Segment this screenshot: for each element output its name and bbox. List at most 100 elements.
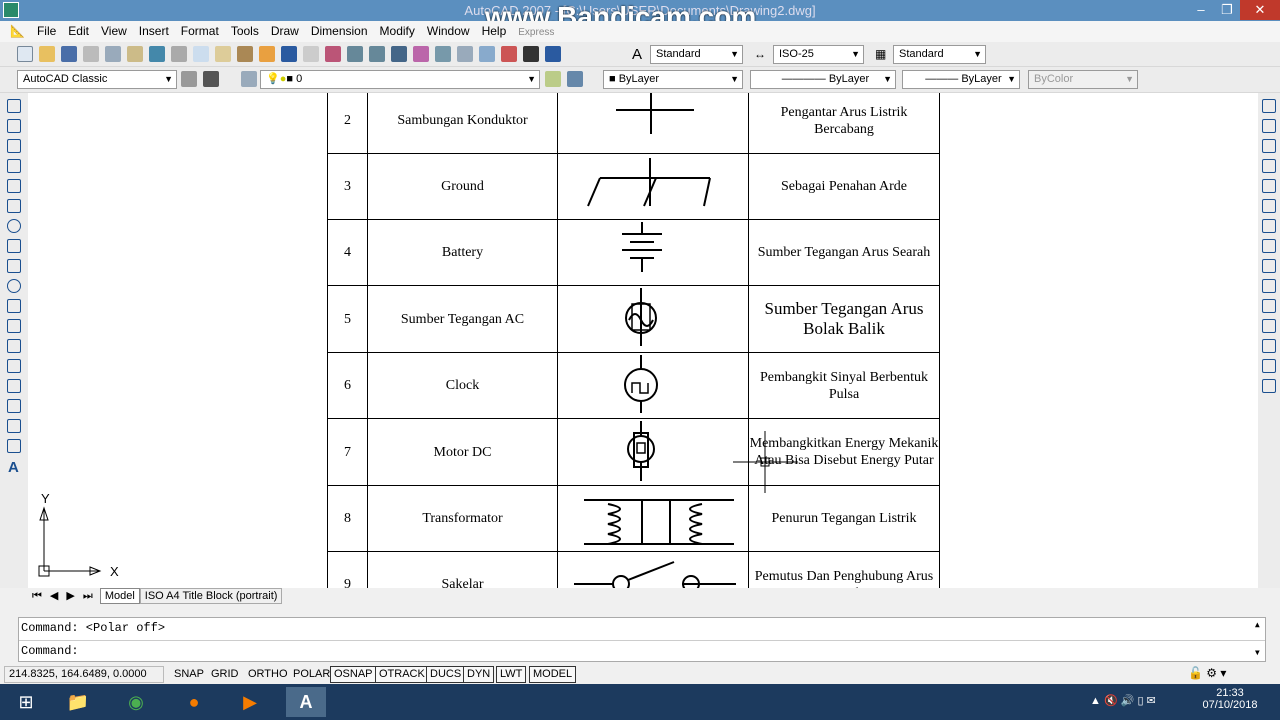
dim-style-select[interactable]: ISO-25 ▼ <box>773 45 864 64</box>
status-toggle-ortho[interactable]: ORTHO <box>244 666 292 683</box>
polyline-icon[interactable] <box>7 139 21 153</box>
layer-select[interactable]: 💡●■ 0 ▼ <box>260 70 540 89</box>
chamfer-icon[interactable] <box>1262 339 1276 353</box>
command-window[interactable]: Command: <Polar off> Command: ▴ ▾ <box>18 617 1266 662</box>
menu-dimension[interactable]: Dimension <box>305 21 374 42</box>
menu-view[interactable]: View <box>95 21 133 42</box>
pan-icon[interactable] <box>325 46 341 62</box>
firefox-icon[interactable]: ● <box>174 687 214 717</box>
rotate-icon[interactable] <box>1262 219 1276 233</box>
properties-icon[interactable] <box>413 46 429 62</box>
menu-modify[interactable]: Modify <box>374 21 421 42</box>
rectangle-icon[interactable] <box>7 179 21 193</box>
scroll-down-icon[interactable]: ▾ <box>1254 645 1261 660</box>
open-icon[interactable] <box>39 46 55 62</box>
polygon-icon[interactable] <box>7 159 21 173</box>
command-prompt[interactable]: Command: <box>21 644 79 658</box>
media-player-icon[interactable]: ▶ <box>230 687 270 717</box>
tab-iso-a4-title-block[interactable]: ISO A4 Title Block (portrait) <box>139 588 283 604</box>
move-icon[interactable] <box>1262 199 1276 213</box>
menu-edit[interactable]: Edit <box>62 21 95 42</box>
menu-window[interactable]: Window <box>421 21 476 42</box>
matchprop-icon[interactable] <box>237 46 253 62</box>
menu-express[interactable]: Express <box>512 22 560 43</box>
tab-last-icon[interactable]: ⏭ <box>79 589 97 603</box>
zoom-realtime-icon[interactable] <box>347 46 363 62</box>
region-icon[interactable] <box>7 419 21 433</box>
status-tray-icons[interactable]: 🔓 ⚙ ▾ <box>1188 666 1226 680</box>
multiline-text-icon[interactable]: A <box>8 459 28 476</box>
circle-icon[interactable] <box>7 219 21 233</box>
help-icon[interactable] <box>545 46 561 62</box>
color-select[interactable]: ■ ByLayer ▼ <box>603 70 743 89</box>
mirror-icon[interactable] <box>1262 139 1276 153</box>
status-toggle-dyn[interactable]: DYN <box>463 666 495 683</box>
menu-file[interactable]: File <box>31 21 62 42</box>
layer-manager-icon[interactable] <box>241 71 257 87</box>
break-icon[interactable] <box>1262 319 1276 333</box>
sheet-set-icon[interactable] <box>479 46 495 62</box>
workspace-select[interactable]: AutoCAD Classic ▼ <box>17 70 177 89</box>
tab-first-icon[interactable]: ⏮ <box>28 589 46 603</box>
table-icon[interactable] <box>7 439 21 453</box>
chrome-icon[interactable]: ◉ <box>116 687 156 717</box>
plotstyle-select[interactable]: ByColor ▼ <box>1028 70 1138 89</box>
point-icon[interactable] <box>7 359 21 373</box>
zoom-window-icon[interactable] <box>369 46 385 62</box>
offset-icon[interactable] <box>1262 159 1276 173</box>
table-style-select[interactable]: Standard ▼ <box>893 45 986 64</box>
markup-icon[interactable] <box>501 46 517 62</box>
status-toggle-ducs[interactable]: DUCS <box>426 666 466 683</box>
copy-object-icon[interactable] <box>1262 119 1276 133</box>
gradient-icon[interactable] <box>7 399 21 413</box>
line-icon[interactable] <box>7 99 21 113</box>
publish-icon[interactable] <box>127 46 143 62</box>
copy-icon[interactable] <box>193 46 209 62</box>
autocad-taskbar-icon[interactable]: A <box>286 687 326 717</box>
stretch-icon[interactable] <box>1262 259 1276 273</box>
make-block-icon[interactable] <box>7 339 21 353</box>
erase-icon[interactable] <box>1262 99 1276 113</box>
status-toggle-lwt[interactable]: LWT <box>496 666 527 683</box>
status-toggle-model[interactable]: MODEL <box>529 666 577 683</box>
make-current-layer-icon[interactable] <box>545 71 561 87</box>
array-icon[interactable] <box>1262 179 1276 193</box>
web-icon[interactable] <box>149 46 165 62</box>
drawing-canvas[interactable]: 2 Sambungan Konduktor Pengantar Arus Lis… <box>28 93 1258 588</box>
status-toggle-osnap[interactable]: OSNAP <box>330 666 377 683</box>
cut-icon[interactable] <box>171 46 187 62</box>
workspace-settings-icon[interactable] <box>181 71 197 87</box>
construction-line-icon[interactable] <box>7 119 21 133</box>
calculator-icon[interactable] <box>523 46 539 62</box>
menu-format[interactable]: Format <box>175 21 225 42</box>
layer-previous-icon[interactable] <box>567 71 583 87</box>
linetype-select[interactable]: ———— ByLayer ▼ <box>750 70 896 89</box>
redo-icon[interactable] <box>303 46 319 62</box>
scroll-up-icon[interactable]: ▴ <box>1254 617 1261 632</box>
app-menu-icon[interactable]: 📐 <box>0 21 31 42</box>
lineweight-select[interactable]: ——— ByLayer ▼ <box>902 70 1020 89</box>
tab-model[interactable]: Model <box>99 588 140 604</box>
design-center-icon[interactable] <box>435 46 451 62</box>
menu-insert[interactable]: Insert <box>133 21 175 42</box>
undo-icon[interactable] <box>281 46 297 62</box>
clock[interactable]: 21:33 07/10/2018 <box>1200 687 1260 711</box>
insert-block-icon[interactable] <box>7 319 21 333</box>
hatch-icon[interactable] <box>7 379 21 393</box>
status-toggle-grid[interactable]: GRID <box>207 666 243 683</box>
spline-icon[interactable] <box>7 259 21 273</box>
windows-start-icon[interactable]: ⊞ <box>6 687 46 717</box>
status-toggle-otrack[interactable]: OTRACK <box>375 666 429 683</box>
zoom-previous-icon[interactable] <box>391 46 407 62</box>
extend-icon[interactable] <box>1262 299 1276 313</box>
paste-icon[interactable] <box>215 46 231 62</box>
close-button[interactable]: ✕ <box>1240 0 1280 20</box>
tab-next-icon[interactable]: ▶ <box>62 589 78 603</box>
tab-prev-icon[interactable]: ◀ <box>46 589 62 603</box>
ellipse-icon[interactable] <box>7 279 21 293</box>
save-icon[interactable] <box>61 46 77 62</box>
menu-help[interactable]: Help <box>476 21 513 42</box>
block-editor-icon[interactable] <box>259 46 275 62</box>
scale-icon[interactable] <box>1262 239 1276 253</box>
menu-draw[interactable]: Draw <box>265 21 305 42</box>
